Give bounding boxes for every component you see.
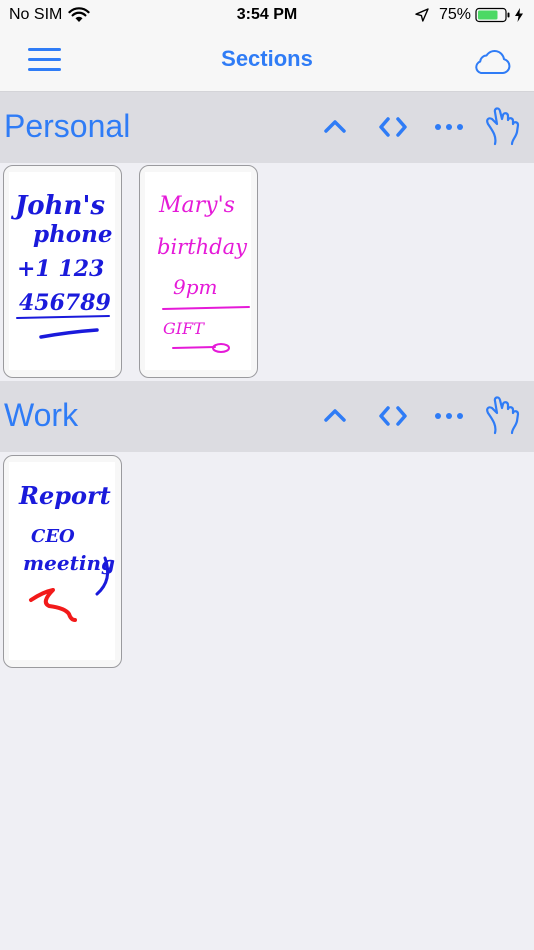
handwriting-drawing: John's phone +1 123 456789 xyxy=(10,191,113,339)
note-thumbnail[interactable]: Mary's birthday 9pm GIFT xyxy=(139,165,258,378)
handwriting-line: Report xyxy=(18,481,111,510)
handwriting-line: phone xyxy=(33,221,113,248)
section-title: Work xyxy=(4,397,79,433)
handwriting-line: +1 123 xyxy=(17,256,104,282)
handwriting-line: birthday xyxy=(157,235,248,259)
chevron-up-icon[interactable] xyxy=(318,399,352,433)
more-icon[interactable] xyxy=(432,110,466,144)
section-header-personal[interactable]: Personal xyxy=(0,92,534,163)
handwriting-drawing: Report CEO meeting xyxy=(18,481,115,622)
section-title: Personal xyxy=(4,108,131,144)
note-page: Report CEO meeting xyxy=(9,462,115,660)
note-thumbnail[interactable]: John's phone +1 123 456789 xyxy=(3,165,122,378)
more-icon[interactable] xyxy=(432,399,466,433)
code-brackets-icon[interactable] xyxy=(376,110,410,144)
battery-icon xyxy=(475,7,510,23)
note-thumbnail[interactable]: Report CEO meeting xyxy=(3,455,122,668)
hand-pointer-icon[interactable] xyxy=(482,393,524,437)
code-brackets-icon[interactable] xyxy=(376,399,410,433)
cloud-icon[interactable] xyxy=(472,46,512,76)
section-header-work[interactable]: Work xyxy=(0,381,534,452)
note-page: Mary's birthday 9pm GIFT xyxy=(145,172,251,370)
handwriting-line: CEO xyxy=(31,526,75,547)
status-right: 75% xyxy=(415,6,524,24)
handwriting-line: 9pm xyxy=(173,275,218,299)
hand-pointer-icon[interactable] xyxy=(482,104,524,148)
handwriting-line: John's xyxy=(10,191,105,221)
handwriting-line: 456789 xyxy=(19,290,111,316)
handwriting-drawing: Mary's birthday 9pm GIFT xyxy=(157,193,250,353)
location-arrow-icon xyxy=(415,8,429,22)
handwriting-line: GIFT xyxy=(163,319,205,338)
navigation-bar: Sections xyxy=(0,30,534,92)
handwriting-line: meeting xyxy=(23,551,115,575)
handwriting-line: Mary's xyxy=(158,193,235,218)
note-page: John's phone +1 123 456789 xyxy=(9,172,115,370)
chevron-up-icon[interactable] xyxy=(318,110,352,144)
page-title: Sections xyxy=(221,46,313,71)
charging-bolt-icon xyxy=(515,8,523,22)
status-bar: No SIM 3:54 PM 75% xyxy=(0,0,534,30)
battery-percent: 75% xyxy=(438,6,471,23)
